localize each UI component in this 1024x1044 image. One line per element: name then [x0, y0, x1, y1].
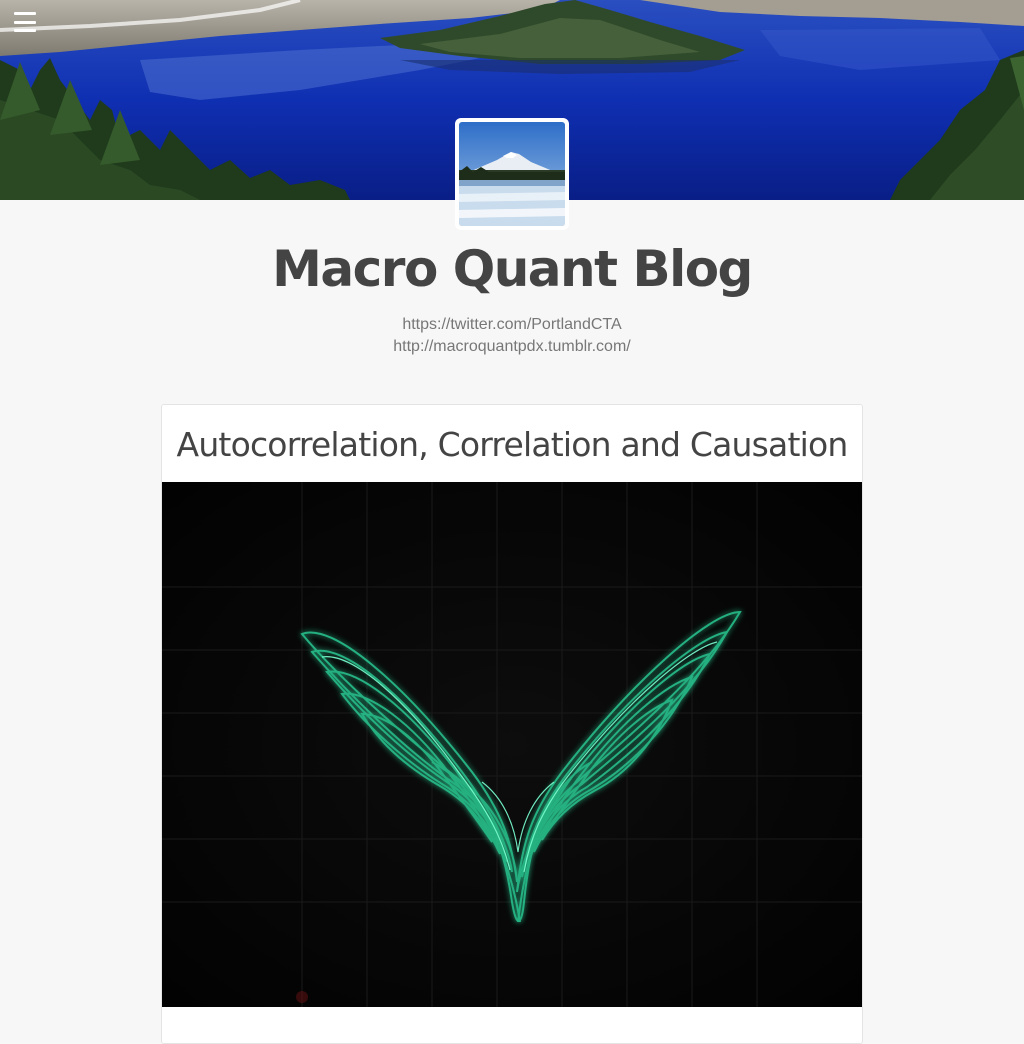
blog-avatar[interactable] [455, 118, 569, 230]
tumblr-link[interactable]: http://macroquantpdx.tumblr.com/ [0, 338, 1024, 356]
post-title[interactable]: Autocorrelation, Correlation and Causati… [162, 425, 862, 464]
blog-title[interactable]: Macro Quant Blog [0, 240, 1024, 298]
post-image[interactable] [162, 482, 862, 1007]
hamburger-menu-icon [14, 12, 36, 15]
lorenz-attractor-image [162, 482, 862, 1007]
mountain-avatar-image [459, 122, 565, 226]
post-card: Autocorrelation, Correlation and Causati… [161, 404, 863, 1044]
twitter-link[interactable]: https://twitter.com/PortlandCTA [0, 316, 1024, 334]
image-artifact [296, 991, 308, 1003]
menu-button[interactable] [14, 12, 36, 32]
